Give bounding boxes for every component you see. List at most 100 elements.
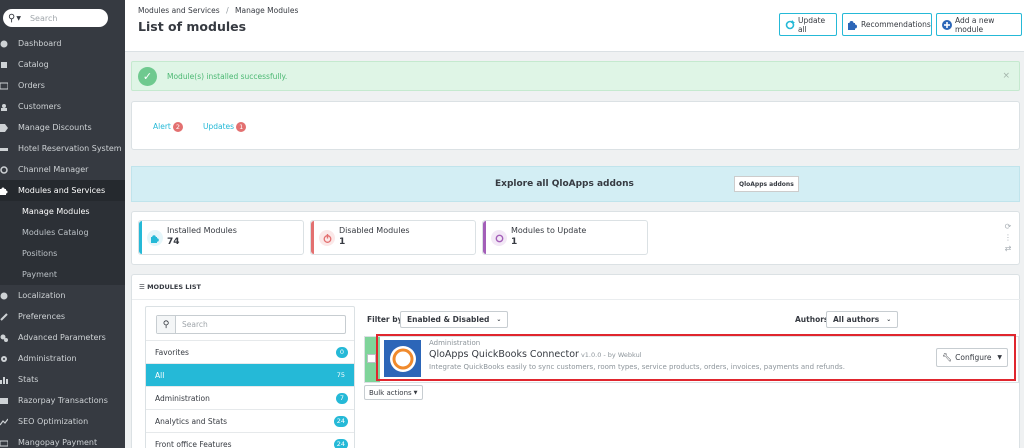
- sidebar-item-hotel-reservation[interactable]: Hotel Reservation System: [0, 138, 125, 159]
- sidebar-search[interactable]: ⚲ ▼ Search: [3, 9, 108, 27]
- kpi-value: 1: [511, 237, 518, 247]
- highlight-box: [376, 334, 1016, 381]
- category-label: Favorites: [155, 347, 189, 357]
- tag-icon: [0, 123, 8, 132]
- kpi-color-bar: [311, 221, 314, 254]
- sidebar-item-catalog[interactable]: Catalog: [0, 54, 125, 75]
- plus-circle-icon: [942, 19, 952, 30]
- search-icon[interactable]: ⚲: [8, 13, 15, 24]
- sidebar-item-label: Channel Manager: [18, 165, 89, 174]
- list-icon: ☰: [139, 283, 148, 291]
- sidebar-item-mangopay-payment[interactable]: Mangopay Payment: [0, 432, 125, 448]
- sidebar-item-advanced-parameters[interactable]: Advanced Parameters: [0, 327, 125, 348]
- sidebar-item-orders[interactable]: Orders: [0, 75, 125, 96]
- line-chart-icon: [0, 418, 9, 426]
- sidebar-item-stats[interactable]: Stats: [0, 369, 125, 390]
- sidebar-item-label: Localization: [18, 291, 66, 300]
- category-label: All: [155, 370, 165, 380]
- page-title: List of modules: [138, 19, 247, 34]
- sidebar-item-administration[interactable]: Administration: [0, 348, 125, 369]
- tab-updates[interactable]: Updates 1: [203, 122, 247, 132]
- close-icon[interactable]: ×: [1002, 71, 1010, 81]
- sidebar-subitem-positions[interactable]: Positions: [0, 243, 125, 264]
- power-icon: [319, 230, 335, 246]
- category-label: Analytics and Stats: [155, 416, 228, 426]
- add-new-module-button[interactable]: Add a new module: [936, 13, 1022, 36]
- recommendations-button[interactable]: Recommendations: [842, 13, 932, 36]
- kpi-color-bar: [139, 221, 142, 254]
- sidebar-item-label: Stats: [18, 375, 39, 384]
- dashboard-icon: [0, 40, 8, 48]
- update-all-label: Update all: [798, 15, 826, 34]
- sidebar-item-label: SEO Optimization: [18, 417, 89, 426]
- category-search[interactable]: ⚲ Search: [156, 315, 346, 334]
- sidebar-item-manage-discounts[interactable]: Manage Discounts: [0, 117, 125, 138]
- bulk-actions-label: Bulk actions: [369, 388, 412, 397]
- sidebar-item-channel-manager[interactable]: Channel Manager: [0, 159, 125, 180]
- refresh-icon: [0, 165, 8, 174]
- sidebar-item-label: Dashboard: [18, 39, 62, 48]
- caret-down-icon[interactable]: ▼: [16, 15, 21, 22]
- qloapps-addons-button[interactable]: QloApps addons: [734, 176, 799, 192]
- refresh-icon: [785, 19, 795, 30]
- bulk-actions-button[interactable]: Bulk actions ▼: [364, 385, 423, 400]
- kpi-value: 1: [339, 237, 346, 247]
- sidebar-item-dashboard[interactable]: Dashboard: [0, 33, 125, 54]
- kpi-disabled-modules: Disabled Modules 1: [310, 220, 476, 255]
- refresh-icon: [491, 230, 507, 246]
- more-vertical-icon[interactable]: ⋮: [1003, 232, 1013, 243]
- refresh-icon[interactable]: ⟳: [1003, 221, 1013, 232]
- sidebar-item-label: Preferences: [18, 312, 66, 321]
- sidebar-item-seo-optimization[interactable]: SEO Optimization: [0, 411, 125, 432]
- breadcrumb-parent[interactable]: Modules and Services: [138, 6, 220, 15]
- category-item-front-office[interactable]: Front office Features 24: [146, 432, 354, 448]
- kpi-toolbar: ⟳ ⋮ ⇄: [1003, 221, 1013, 254]
- category-panel: ⚲ Search Favorites 0 All 75 Administrati…: [145, 306, 355, 448]
- sidebar-item-label: Catalog: [18, 60, 49, 69]
- authors-filter-select[interactable]: All authors ⌄: [826, 311, 899, 328]
- sidebar-item-modules-and-services[interactable]: Modules and Services: [0, 180, 125, 201]
- puzzle-icon: [0, 187, 8, 195]
- sidebar-subitem-label: Payment: [22, 270, 58, 279]
- search-icon: ⚲: [157, 316, 176, 333]
- page-header: Modules and Services / Manage Modules Li…: [125, 0, 1024, 52]
- caret-down-icon: ▼: [413, 389, 418, 396]
- category-item-all[interactable]: All 75: [146, 363, 354, 386]
- update-all-button[interactable]: Update all: [779, 13, 837, 36]
- sidebar-subitem-modules-catalog[interactable]: Modules Catalog: [0, 222, 125, 243]
- tab-alert[interactable]: Alert 2: [153, 122, 183, 132]
- sidebar-search-placeholder[interactable]: Search: [30, 14, 57, 23]
- sidebar-item-razorpay-transactions[interactable]: Razorpay Transactions: [0, 390, 125, 411]
- category-search-input[interactable]: Search: [182, 320, 208, 329]
- toggle-icon[interactable]: ⇄: [1003, 243, 1013, 254]
- kpi-title: Installed Modules: [167, 226, 237, 235]
- notifications-panel: Alert 2 Updates 1: [131, 101, 1020, 150]
- modules-list-title: MODULES LIST: [147, 283, 201, 291]
- success-alert: ✓ Module(s) installed successfully. ×: [131, 61, 1020, 91]
- category-item-favorites[interactable]: Favorites 0: [146, 340, 354, 363]
- alert-count-badge: 2: [172, 122, 183, 132]
- module-select-checkbox[interactable]: [367, 354, 376, 363]
- sidebar-item-preferences[interactable]: Preferences: [0, 306, 125, 327]
- sidebar-subitem-label: Manage Modules: [22, 207, 90, 216]
- sidebar-subitem-payment[interactable]: Payment: [0, 264, 125, 285]
- category-item-administration[interactable]: Administration 7: [146, 386, 354, 409]
- sidebar-item-localization[interactable]: Localization: [0, 285, 125, 306]
- card-icon: [0, 397, 8, 405]
- category-count-badge: 75: [336, 371, 345, 379]
- category-count-badge: 0: [336, 347, 348, 358]
- bed-icon: [0, 145, 8, 153]
- kpi-title: Modules to Update: [511, 226, 587, 235]
- status-filter-select[interactable]: Enabled & Disabled ⌄: [400, 311, 509, 328]
- globe-icon: [0, 292, 8, 300]
- sidebar-item-label: Hotel Reservation System: [18, 144, 122, 153]
- kpi-modules-to-update: Modules to Update 1: [482, 220, 648, 255]
- breadcrumb-current: Manage Modules: [235, 6, 299, 15]
- category-item-analytics[interactable]: Analytics and Stats 24: [146, 409, 354, 432]
- recommendations-label: Recommendations: [861, 20, 931, 29]
- orders-icon: [0, 82, 9, 90]
- updates-count-badge: 1: [236, 122, 247, 132]
- kpi-installed-modules: Installed Modules 74: [138, 220, 304, 255]
- sidebar-subitem-manage-modules[interactable]: Manage Modules: [0, 201, 125, 222]
- sidebar-item-customers[interactable]: Customers: [0, 96, 125, 117]
